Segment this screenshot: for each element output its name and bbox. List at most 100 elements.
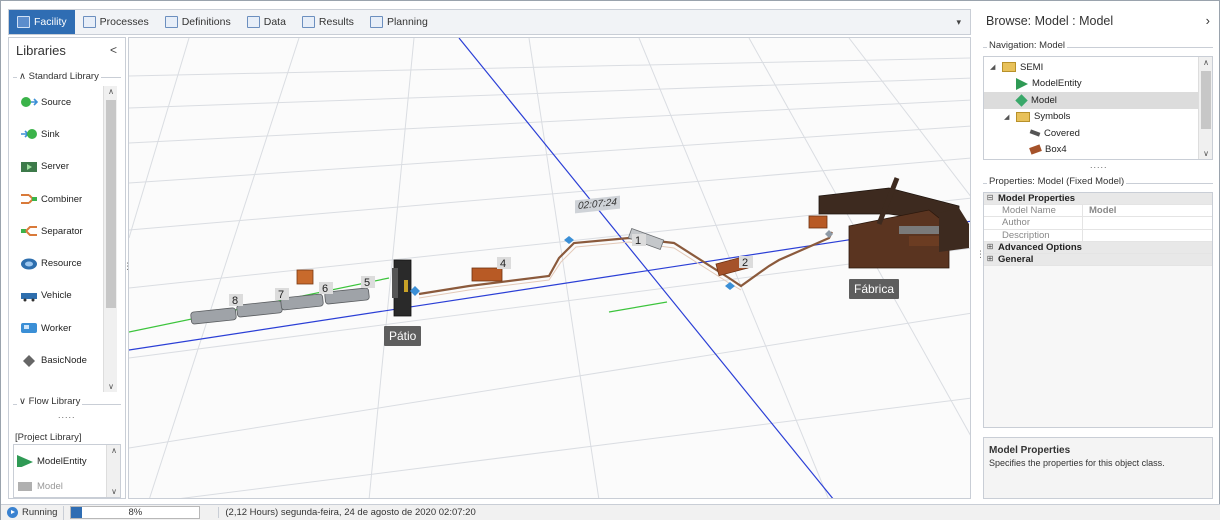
property-name: Model Name [996,205,1083,217]
tree-item-box4[interactable]: Box4 [984,142,1212,159]
tree-item-label: Model [1031,94,1057,106]
row-gutter [984,217,996,228]
chevron-up-icon: ∧ [19,71,26,82]
tree-item-label: Box4 [1045,144,1067,156]
libraries-collapse-button[interactable]: < [110,43,117,57]
flow-library-header[interactable]: ∨ Flow Library [17,396,83,407]
expand-collapse-icon[interactable]: ⊟ [984,193,996,204]
z-axis-line [458,38,834,498]
scroll-down-icon[interactable]: ∨ [107,487,121,496]
panel-splitter-dots[interactable]: ..... [1090,160,1108,170]
tab-results-label: Results [318,16,354,28]
library-item-resource[interactable]: Resource [13,247,107,279]
expand-collapse-icon[interactable]: ⊞ [984,242,996,253]
browse-header: Browse: Model : Model › [980,9,1216,35]
library-item-label: Vehicle [41,290,72,302]
tab-results[interactable]: Results [294,10,362,34]
library-item-sink[interactable]: Sink [13,118,107,150]
tab-processes-label: Processes [99,16,149,28]
tab-definitions-label: Definitions [181,16,231,28]
car-number: 6 [322,283,328,295]
scrollbar-thumb[interactable] [1201,71,1211,129]
property-name: Author [996,217,1083,229]
floor-grid [129,38,970,498]
tab-processes[interactable]: Processes [75,10,157,34]
property-category[interactable]: ⊞ General [984,253,1212,267]
library-item-vehicle[interactable]: Vehicle [13,280,107,312]
scroll-up-icon[interactable]: ∧ [107,446,121,455]
property-row[interactable]: Description [984,229,1212,242]
facility-3d-view[interactable]: 8 7 6 5 4 1 2 02:07:24 Pátio Fábrica [128,37,971,499]
transfer-node[interactable] [825,230,833,238]
property-name: Description [996,229,1083,241]
model-icon [1015,94,1028,107]
standard-library-header[interactable]: ∧ Standard Library [17,71,101,82]
fabrica-factory[interactable] [818,177,969,269]
expand-collapse-icon[interactable]: ⊞ [984,254,996,265]
tree-item-covered[interactable]: Covered [984,125,1212,142]
transfer-node[interactable] [564,236,574,244]
library-item-modelentity[interactable]: ModelEntity [14,445,120,477]
property-value[interactable] [1083,230,1212,241]
scroll-down-icon[interactable]: ∨ [1199,149,1212,158]
tab-data-label: Data [263,16,286,28]
tab-facility[interactable]: Facility [9,10,75,34]
tree-item-modelentity[interactable]: ModelEntity [984,76,1212,93]
box-icon [1029,144,1042,155]
sink-icon [21,129,37,140]
standard-library-scrollbar[interactable]: ∧ ∨ [103,86,117,392]
cargo-box [471,267,503,282]
libraries-splitter[interactable]: ⋮ [123,261,132,279]
library-item-worker[interactable]: Worker [13,312,107,344]
patio-station[interactable] [392,259,420,317]
ribbon-dropdown-icon[interactable]: ▾ [956,17,961,28]
navigation-label: Navigation: Model [987,40,1068,51]
green-axis-line [608,301,668,313]
library-item-label: Source [41,96,72,108]
tree-item-model[interactable]: Model [984,92,1212,109]
scroll-up-icon[interactable]: ∧ [104,87,118,96]
tree-item-label: SEMI [1020,61,1044,73]
tree-item-symbols[interactable]: ◢ Symbols [984,109,1212,126]
library-item-separator[interactable]: Separator [13,215,107,247]
data-icon [246,16,260,28]
chevron-right-icon[interactable]: › [1206,13,1210,28]
car-number: 1 [635,235,641,247]
panel-splitter-dots[interactable]: ..... [58,410,76,420]
conveyor-path[interactable] [418,231,833,296]
navigation-scrollbar[interactable]: ∧ ∨ [1198,57,1212,159]
facility-scene[interactable]: 8 7 6 5 4 1 2 [129,38,971,499]
scroll-up-icon[interactable]: ∧ [1199,58,1212,67]
library-item-label: Separator [41,225,83,237]
tab-planning[interactable]: Planning [362,10,436,34]
library-item-combiner[interactable]: Combiner [13,183,107,215]
property-category[interactable]: ⊟ Model Properties [984,193,1212,206]
library-item-label: Worker [41,322,72,334]
library-item-model[interactable]: Model [14,477,120,495]
property-category[interactable]: ⊞ Advanced Options [984,241,1212,254]
tree-expander-icon[interactable]: ◢ [1004,113,1012,121]
tree-expander-icon[interactable]: ◢ [990,63,998,71]
modelentity-icon [1016,77,1028,90]
fabrica-label: Fábrica [849,279,900,299]
property-value[interactable] [1083,217,1212,228]
property-row[interactable]: Model Name Model [984,205,1212,218]
tab-data[interactable]: Data [239,10,294,34]
car-number: 7 [278,289,284,301]
run-state[interactable]: Running [1,505,65,520]
scroll-down-icon[interactable]: ∨ [104,382,118,391]
scrollbar-thumb[interactable] [106,100,116,308]
tab-definitions[interactable]: Definitions [157,10,239,34]
property-row[interactable]: Author [984,217,1212,230]
library-item-basicnode[interactable]: BasicNode [13,344,107,376]
library-item-server[interactable]: Server [13,151,107,183]
libraries-panel: Libraries < ∧ Standard Library Source Si… [8,37,126,499]
transfer-node[interactable] [725,282,735,290]
definitions-icon [164,16,178,28]
library-item-source[interactable]: Source [13,86,107,118]
tree-item-semi[interactable]: ◢ SEMI [984,59,1212,76]
node-diamond[interactable] [410,286,420,296]
project-library-scrollbar[interactable]: ∧ ∨ [106,445,120,497]
property-value[interactable]: Model [1083,205,1212,216]
navigation-tree: ◢ SEMI ModelEntity Model ◢ Symbols Covered Box4… [983,56,1213,160]
